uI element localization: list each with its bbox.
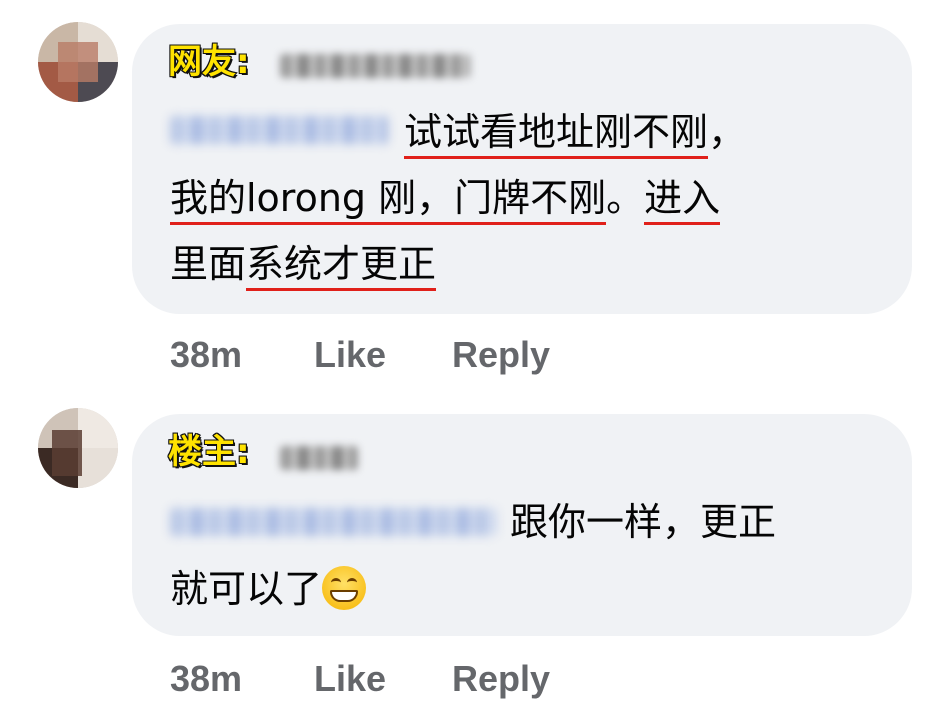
- commenter-name[interactable]: [280, 446, 358, 470]
- timestamp[interactable]: 38m: [170, 658, 242, 700]
- comment-bubble: 楼主: 跟你一样，更正 就可以了: [132, 414, 912, 636]
- comment-bubble: 网友: 试试看地址刚不刚， 我的lorong 刚，门牌不刚。进入 里面系统才更正: [132, 24, 912, 314]
- comment-text: 试试看地址刚不刚: [404, 110, 709, 159]
- comment-text: 。: [606, 176, 645, 220]
- commenter-name[interactable]: [280, 54, 470, 78]
- comment-text: 系统才更正: [246, 242, 437, 291]
- grinning-face-emoji: [322, 566, 367, 610]
- comment-text: 就可以了: [170, 567, 323, 611]
- comment-text: 我的lorong 刚，门牌不刚: [170, 176, 607, 225]
- comment-text: 跟你一样，更正: [510, 500, 777, 544]
- avatar[interactable]: [38, 408, 118, 488]
- commenter-tag: 网友:: [167, 41, 251, 83]
- mentioned-user[interactable]: [170, 116, 388, 144]
- like-button[interactable]: Like: [314, 658, 386, 700]
- like-button[interactable]: Like: [314, 334, 386, 376]
- comment-actions: 38m Like Reply: [170, 658, 670, 702]
- reply-button[interactable]: Reply: [452, 658, 550, 700]
- comment-actions: 38m Like Reply: [170, 334, 670, 378]
- avatar[interactable]: [38, 22, 118, 102]
- reply-button[interactable]: Reply: [452, 334, 550, 376]
- comment-text: ，: [708, 110, 747, 154]
- timestamp[interactable]: 38m: [170, 334, 242, 376]
- comment-text: 里面: [170, 242, 247, 286]
- comment-text: 进入: [644, 176, 721, 225]
- commenter-tag: 楼主:: [167, 431, 251, 473]
- mentioned-user[interactable]: [170, 508, 496, 536]
